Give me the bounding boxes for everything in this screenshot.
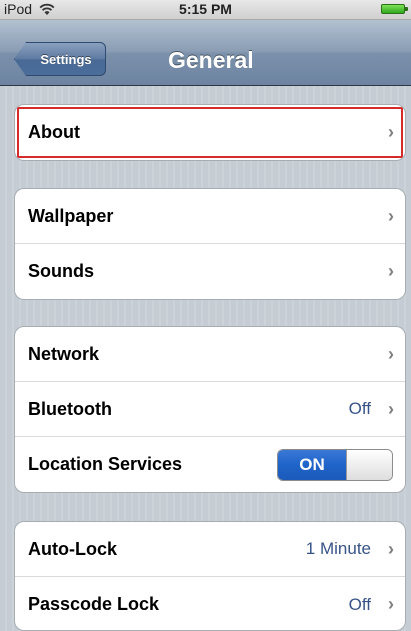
row-label-wallpaper: Wallpaper	[28, 205, 114, 226]
status-bar: iPod 5:15 PM	[0, 0, 411, 20]
row-label-location-services: Location Services	[28, 454, 183, 474]
page-title: General	[168, 47, 254, 73]
chevron-right-icon: ›	[388, 343, 394, 364]
chevron-right-icon: ›	[388, 205, 394, 226]
row-network[interactable]: Network ›	[15, 327, 405, 382]
chevron-right-icon: ›	[388, 398, 394, 419]
location-services-toggle[interactable]: ON	[277, 449, 393, 481]
navigation-bar: Settings General	[0, 20, 411, 86]
row-value-auto-lock: 1 Minute	[305, 539, 371, 558]
row-label-about: About	[28, 122, 80, 142]
row-value-passcode-lock: Off	[348, 594, 371, 614]
status-time: 5:15 PM	[179, 1, 232, 17]
row-label-auto-lock: Auto-Lock	[28, 538, 117, 559]
row-sounds[interactable]: Sounds ›	[15, 244, 405, 299]
row-value-bluetooth: Off	[348, 399, 371, 418]
row-passcode-lock[interactable]: Passcode Lock Off ›	[15, 577, 405, 630]
row-label-network: Network	[28, 343, 100, 364]
settings-group-about: About ›	[14, 104, 406, 161]
battery-icon	[381, 4, 408, 14]
settings-group-media: Wallpaper › Sounds ›	[14, 188, 406, 300]
row-about[interactable]: About ›	[15, 105, 405, 160]
row-location-services: Location Services ON	[15, 437, 405, 492]
toggle-knob	[346, 450, 392, 480]
chevron-right-icon: ›	[388, 261, 394, 281]
row-label-sounds: Sounds	[28, 261, 94, 281]
settings-group-connectivity: Network › Bluetooth Off › Location Servi…	[14, 326, 406, 493]
back-button-label: Settings	[40, 51, 92, 67]
chevron-right-icon: ›	[388, 594, 394, 614]
chevron-right-icon: ›	[388, 538, 394, 559]
settings-group-security: Auto-Lock 1 Minute › Passcode Lock Off ›	[14, 521, 406, 631]
row-auto-lock[interactable]: Auto-Lock 1 Minute ›	[15, 522, 405, 577]
row-wallpaper[interactable]: Wallpaper ›	[15, 189, 405, 244]
row-label-passcode-lock: Passcode Lock	[28, 594, 160, 614]
chevron-right-icon: ›	[388, 122, 394, 142]
settings-back-button[interactable]: Settings	[14, 42, 106, 76]
row-bluetooth[interactable]: Bluetooth Off ›	[15, 382, 405, 437]
row-label-bluetooth: Bluetooth	[28, 398, 112, 419]
toggle-on-label: ON	[278, 450, 346, 480]
